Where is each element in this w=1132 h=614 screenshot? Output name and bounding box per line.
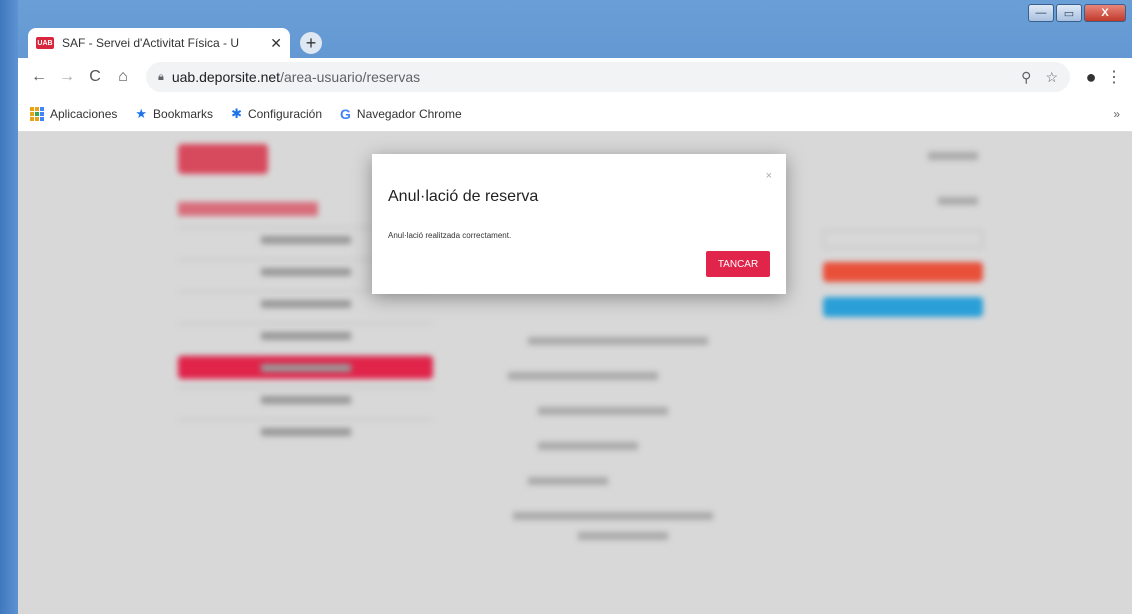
bookmark-apps[interactable]: Aplicaciones [30,106,118,121]
url-path: /area-usuario/reservas [280,69,421,85]
new-tab-button[interactable]: + [300,32,322,54]
cancellation-dialog: × Anul·lació de reserva Anul·lació reali… [372,154,786,294]
site-logo [178,144,268,174]
desktop-left-strip [0,0,18,614]
bookmarks-overflow-icon[interactable]: » [1113,107,1120,121]
address-bar[interactable]: 🔒︎ uab.deporsite.net/area-usuario/reserv… [146,62,1070,92]
uab-favicon-icon: UAB [36,37,54,49]
blurred-text [528,337,708,345]
browser-toolbar: ← → C ⌂ 🔒︎ uab.deporsite.net/area-usuari… [18,58,1132,96]
lock-icon: 🔒︎ [158,70,164,83]
bookmark-navegador-chrome[interactable]: G Navegador Chrome [340,106,462,122]
gear-icon: ✱ [231,105,242,121]
blurred-text [508,372,658,380]
back-button[interactable]: ← [26,64,52,90]
browser-tab[interactable]: UAB SAF - Servei d'Activitat Física - U … [28,28,290,58]
blurred-text [938,197,978,205]
blurred-text [538,442,638,450]
area-title-placeholder [178,202,318,216]
tab-title: SAF - Servei d'Activitat Física - U [62,36,239,50]
blurred-text [928,152,978,160]
apps-grid-icon [30,106,44,121]
blurred-text [528,477,608,485]
bookmark-star-icon[interactable]: ☆ [1045,69,1058,86]
close-dialog-button[interactable]: TANCAR [706,251,770,277]
reload-button[interactable]: C [82,64,108,90]
plus-icon: + [305,32,317,53]
google-icon: G [340,105,351,122]
close-tab-icon[interactable]: ✕ [270,35,282,52]
url-host: uab.deporsite.net [171,69,281,85]
blurred-text [513,512,713,520]
close-icon[interactable]: × [766,170,772,182]
bookmark-configuracion[interactable]: ✱ Configuración [231,106,322,122]
dialog-message: Anul·lació realitzada correctament. [388,231,512,240]
blurred-text [538,407,668,415]
blurred-red-button [823,262,983,282]
chrome-menu-icon[interactable]: ⋮ [1104,67,1124,87]
profile-icon[interactable]: ● [1078,64,1104,90]
bookmarks-bar: Aplicaciones ★ Bookmarks ✱ Configuración… [18,96,1132,132]
bookmark-label: Aplicaciones [50,106,118,121]
tab-strip: UAB SAF - Servei d'Activitat Física - U … [18,0,1132,60]
dialog-title: Anul·lació de reserva [388,188,539,205]
blurred-text [578,532,668,540]
star-icon: ★ [135,105,148,121]
blurred-select [823,230,983,248]
home-button[interactable]: ⌂ [110,64,136,90]
bookmark-label: Bookmarks [153,106,214,121]
forward-button[interactable]: → [54,64,80,90]
bookmark-label: Navegador Chrome [356,106,462,121]
zoom-icon[interactable]: ⚲ [1021,69,1031,86]
bookmark-label: Configuración [247,106,323,121]
bookmark-bookmarks[interactable]: ★ Bookmarks [135,106,213,122]
blurred-blue-button [823,297,983,317]
